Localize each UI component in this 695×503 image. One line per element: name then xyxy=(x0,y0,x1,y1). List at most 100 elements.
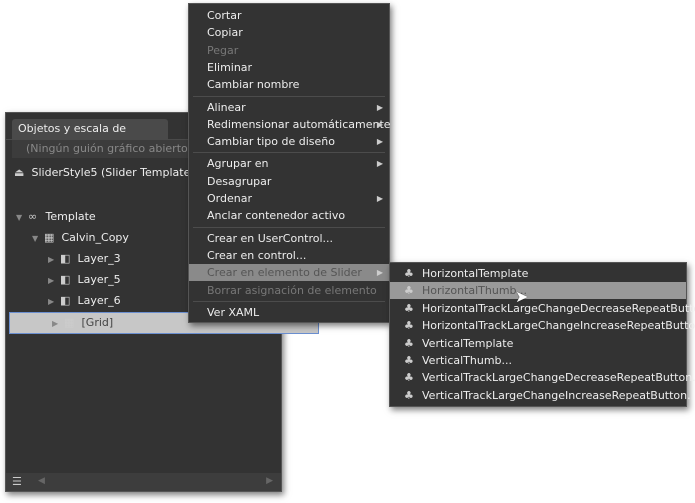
submenu-arrow-icon: ▶ xyxy=(376,137,383,147)
menu-item[interactable]: Desagrupar xyxy=(189,173,389,190)
submenu-item-label: VerticalTrackLargeChangeDecreaseRepeatBu… xyxy=(422,371,695,385)
scope-up-icon: ⏏ xyxy=(14,166,25,179)
tree-item[interactable]: ▼ ∞ Template xyxy=(6,207,96,227)
submenu-arrow-icon: ▶ xyxy=(376,102,383,112)
menu-item-label: Cambiar nombre xyxy=(207,78,300,92)
grid-icon: ▦ xyxy=(44,231,55,244)
part-icon: ♣ xyxy=(404,284,414,298)
scroll-right-button[interactable]: ▶ xyxy=(266,476,273,486)
menu-item-label: Crear en elemento de Slider xyxy=(207,266,362,280)
menu-item-label: Ordenar xyxy=(207,192,252,205)
part-icon: ♣ xyxy=(404,267,414,280)
submenu-item[interactable]: ♣ VerticalTrackLargeChangeIncreaseRepeatB… xyxy=(390,387,695,404)
tab-objects-timeline[interactable]: Objetos y escala de tiempo xyxy=(12,119,168,155)
menu-item-label: Anclar contenedor activo xyxy=(207,209,346,223)
submenu-item-label: HorizontalTrackLargeChangeDecreaseRepeat… xyxy=(422,301,695,315)
menu-item[interactable]: Cortar xyxy=(189,7,389,24)
menu-item-label: Cortar xyxy=(207,9,242,22)
canvas-icon: ◧ xyxy=(60,294,71,307)
submenu-arrow-icon: ▶ xyxy=(376,194,383,203)
menu-item[interactable]: Crear en elemento de Slider ▶ xyxy=(189,264,389,282)
menu-item-label: Copiar xyxy=(207,26,243,40)
menu-item-label: Eliminar xyxy=(207,60,253,74)
submenu-item-label: HorizontalTemplate xyxy=(422,267,529,280)
submenu-item[interactable]: ♣ VerticalThumb... xyxy=(390,352,686,369)
menu-separator xyxy=(193,152,385,154)
menu-item-label: Pegar xyxy=(207,43,239,57)
part-icon: ♣ xyxy=(404,336,414,350)
tree-item-label: Layer_5 xyxy=(77,273,121,286)
expander-icon[interactable]: ▼ xyxy=(32,229,44,249)
menu-item[interactable]: Ver XAML xyxy=(189,304,389,321)
part-icon: ♣ xyxy=(404,371,414,385)
submenu-item[interactable]: ♣ HorizontalTrackLargeChangeIncreaseRepea… xyxy=(390,317,695,334)
submenu-item[interactable]: ♣ VerticalTemplate xyxy=(390,335,686,352)
menu-item[interactable]: Anclar contenedor activo xyxy=(189,207,389,224)
submenu-item[interactable]: ♣ VerticalTrackLargeChangeDecreaseRepeatB… xyxy=(390,369,695,386)
submenu-item[interactable]: ♣ HorizontalThumb... xyxy=(390,282,686,300)
scroll-left-button[interactable]: ◀ xyxy=(38,476,45,486)
tree-item[interactable]: ▼ ▦ Calvin_Copy xyxy=(6,228,129,248)
part-icon: ♣ xyxy=(404,354,414,367)
part-icon: ♣ xyxy=(404,319,414,333)
submenu-item[interactable]: ♣ HorizontalTemplate xyxy=(390,265,686,282)
canvas-icon: ◧ xyxy=(60,252,71,265)
tree-item-label: Template xyxy=(45,210,96,223)
menu-item[interactable]: Crear en control... xyxy=(189,247,389,264)
tree-item[interactable]: ▶ ◧ Layer_6 xyxy=(6,291,121,311)
submenu-item-label: HorizontalThumb... xyxy=(422,284,528,298)
expander-icon[interactable]: ▶ xyxy=(48,250,60,270)
layers-icon[interactable]: ☰ xyxy=(12,475,22,488)
menu-separator xyxy=(193,226,385,228)
menu-item-label: Alinear xyxy=(207,100,246,114)
part-icon: ♣ xyxy=(404,301,414,315)
part-icon: ♣ xyxy=(404,388,414,402)
submenu-item-label: VerticalTemplate xyxy=(422,336,514,350)
menu-item[interactable]: Borrar asignación de elemento xyxy=(189,282,389,299)
tree-item[interactable]: ▶ ◧ Layer_5 xyxy=(6,270,121,290)
menu-item[interactable]: Cambiar tipo de diseño ▶ xyxy=(189,133,389,150)
submenu-item-label: HorizontalTrackLargeChangeIncreaseRepeat… xyxy=(422,319,695,333)
menu-item[interactable]: Copiar xyxy=(189,24,389,41)
expander-icon[interactable]: ▼ xyxy=(16,208,28,228)
slider-part-submenu: ♣ HorizontalTemplate ♣ HorizontalThumb... ♣ H… xyxy=(389,262,695,407)
expander-icon[interactable]: ▶ xyxy=(52,314,64,334)
submenu-item-label: VerticalThumb... xyxy=(422,354,513,367)
mouse-cursor-icon: ➤ xyxy=(515,287,529,306)
expander-icon[interactable]: ▶ xyxy=(48,292,60,312)
submenu-item[interactable]: ♣ HorizontalTrackLargeChangeDecreaseRepea… xyxy=(390,300,695,317)
menu-item-label: Borrar asignación de elemento xyxy=(207,283,377,297)
menu-item-label: Agrupar en xyxy=(207,157,269,171)
submenu-item-label: VerticalTrackLargeChangeIncreaseRepeatBu… xyxy=(422,388,695,402)
menu-item-label: Ver XAML xyxy=(207,305,260,319)
menu-item-label: Redimensionar automáticamente xyxy=(207,117,391,131)
tree-item-label: Layer_3 xyxy=(77,252,121,265)
menu-item-label: Crear en UserControl... xyxy=(207,231,334,245)
menu-separator xyxy=(193,300,385,302)
submenu-arrow-icon: ▶ xyxy=(376,119,383,129)
menu-item[interactable]: Crear en UserControl... xyxy=(189,230,389,247)
canvas-icon: ◧ xyxy=(60,273,71,286)
menu-item[interactable]: Ordenar ▶ xyxy=(189,190,389,207)
template-icon: ∞ xyxy=(28,210,38,223)
context-menu: Cortar Copiar Pegar Eliminar Cambiar nombre A… xyxy=(188,3,391,323)
scope-label: SliderStyle5 (Slider Template) xyxy=(31,166,195,179)
menu-item[interactable]: Alinear ▶ xyxy=(189,99,389,116)
menu-item[interactable]: Cambiar nombre xyxy=(189,76,389,93)
panel-footer: ☰ ◀ ▶ xyxy=(6,473,281,491)
submenu-arrow-icon: ▶ xyxy=(376,159,383,169)
menu-item[interactable]: Eliminar xyxy=(189,59,389,76)
expander-icon[interactable]: ▶ xyxy=(48,271,60,291)
menu-item-label: Cambiar tipo de diseño xyxy=(207,135,335,149)
menu-separator xyxy=(193,95,385,97)
menu-item[interactable]: Pegar xyxy=(189,42,389,59)
submenu-arrow-icon: ▶ xyxy=(376,268,383,278)
menu-item-label: Desagrupar xyxy=(207,174,272,188)
scope-up-button[interactable]: ⏏ SliderStyle5 (Slider Template) xyxy=(14,163,195,183)
tree-item[interactable]: ▶ ◧ Layer_3 xyxy=(6,249,121,269)
tree-item-label: Layer_6 xyxy=(77,294,121,307)
grid-icon: ▦ xyxy=(64,316,75,329)
menu-item[interactable]: Redimensionar automáticamente ▶ xyxy=(189,116,391,133)
menu-item[interactable]: Agrupar en ▶ xyxy=(189,155,389,172)
tree-item-label: [Grid] xyxy=(81,316,114,329)
